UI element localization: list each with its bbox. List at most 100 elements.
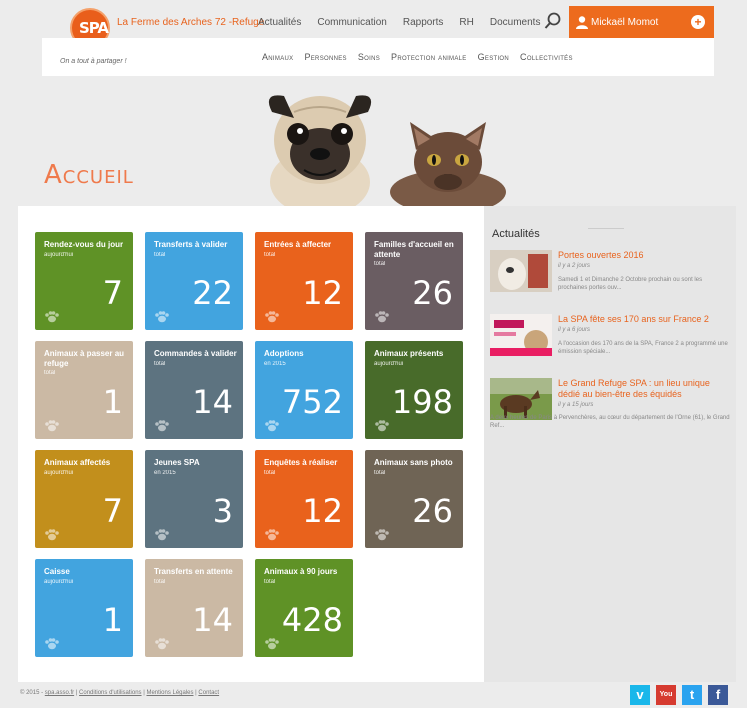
sub-nav-gestion[interactable]: Gestion	[478, 52, 509, 62]
tile-sublabel: aujourd'hui	[374, 361, 404, 367]
tile-animaux-a-90-jours[interactable]: Animaux à 90 jours total 428	[255, 559, 353, 657]
tile-sublabel: en 2015	[264, 361, 286, 367]
paw-icon	[375, 529, 389, 541]
tile-animaux-affectes[interactable]: Animaux affectés aujourd'hui 7	[35, 450, 133, 548]
nav-actualites[interactable]: Actualités	[258, 17, 301, 28]
search-icon[interactable]	[544, 12, 562, 30]
tile-sublabel: total	[374, 261, 386, 267]
paw-icon	[155, 311, 169, 323]
news-excerpt: Samedi 1 et Dimanche 2 Octobre prochain …	[558, 277, 703, 291]
tile-familles-d-accueil-en-attente[interactable]: Familles d'accueil en attente total 26	[365, 232, 463, 330]
nav-rh[interactable]: RH	[459, 17, 473, 28]
paw-icon	[265, 638, 279, 650]
hero-banner: Accueil	[18, 76, 736, 206]
footer-link-contact[interactable]: Contact	[198, 690, 219, 696]
twitter-icon[interactable]: t	[682, 685, 702, 705]
social-links: v You t f	[630, 685, 728, 705]
tile-sublabel: aujourd'hui	[44, 252, 74, 258]
tile-label: Enquêtes à réaliser	[264, 458, 338, 467]
nav-documents[interactable]: Documents	[490, 17, 541, 28]
tile-label: Transferts en attente	[154, 567, 233, 576]
news-title: Actualités	[492, 228, 540, 240]
tile-value: 1	[102, 383, 123, 421]
sub-nav-bar: On a tout à partager ! Animaux Personnes…	[42, 38, 714, 76]
news-date: il y a 2 jours	[558, 263, 591, 269]
youtube-icon[interactable]: You	[656, 685, 676, 705]
site-title[interactable]: La Ferme des Arches 72 -Refuge	[117, 17, 264, 28]
tile-label: Animaux à passer au refuge	[44, 349, 125, 368]
tile-rendez-vous-du-jour[interactable]: Rendez-vous du jour aujourd'hui 7	[35, 232, 133, 330]
news-thumbnail[interactable]	[490, 250, 552, 292]
top-bar: SPA La Ferme des Arches 72 -Refuge Actua…	[42, 6, 714, 48]
tile-enquetes-a-realiser[interactable]: Enquêtes à réaliser total 12	[255, 450, 353, 548]
tile-sublabel: total	[154, 361, 166, 367]
cat-image	[390, 122, 506, 206]
tile-label: Caisse	[44, 567, 70, 576]
tile-sublabel: total	[264, 470, 276, 476]
paw-icon	[45, 638, 59, 650]
tile-value: 7	[102, 274, 123, 312]
footer-link-conditions[interactable]: Conditions d'utilisations	[79, 690, 142, 696]
sub-nav-protection[interactable]: Protection animale	[391, 52, 467, 62]
copyright: © 2015 -	[20, 690, 44, 696]
tile-label: Animaux présents	[374, 349, 444, 358]
news-item[interactable]: La SPA fête ses 170 ans sur France 2 il …	[490, 314, 730, 364]
tile-animaux-presents[interactable]: Animaux présents aujourd'hui 198	[365, 341, 463, 439]
tile-sublabel: total	[264, 579, 276, 585]
footer-links: © 2015 - spa.asso.fr | Conditions d'util…	[20, 690, 220, 696]
top-nav: Actualités Communication Rapports RH Doc…	[258, 17, 540, 28]
tile-value: 3	[212, 492, 233, 530]
pug-image	[268, 95, 372, 206]
tile-label: Familles d'accueil en attente	[374, 240, 454, 259]
tile-value: 26	[412, 274, 453, 312]
tile-value: 12	[302, 274, 343, 312]
tile-sublabel: aujourd'hui	[44, 470, 74, 476]
news-thumbnail[interactable]	[490, 314, 552, 356]
add-icon[interactable]: +	[691, 15, 705, 29]
footer-link-mentions[interactable]: Mentions Légales	[146, 690, 193, 696]
tile-commandes-a-valider[interactable]: Commandes à valider total 14	[145, 341, 243, 439]
facebook-icon[interactable]: f	[708, 685, 728, 705]
paw-icon	[45, 420, 59, 432]
tile-jeunes-spa[interactable]: Jeunes SPA en 2015 3	[145, 450, 243, 548]
tile-adoptions[interactable]: Adoptions en 2015 752	[255, 341, 353, 439]
nav-communication[interactable]: Communication	[317, 17, 386, 28]
news-title-link[interactable]: Le Grand Refuge SPA : un lieu unique déd…	[558, 378, 730, 400]
tile-transferts-a-valider[interactable]: Transferts à valider total 22	[145, 232, 243, 330]
tile-label: Jeunes SPA	[154, 458, 200, 467]
paw-icon	[375, 311, 389, 323]
tile-value: 26	[412, 492, 453, 530]
sub-nav-soins[interactable]: Soins	[358, 52, 380, 62]
news-item[interactable]: Portes ouvertes 2016 il y a 2 jours Same…	[490, 250, 730, 300]
tile-value: 1	[102, 601, 123, 639]
tagline: On a tout à partager !	[60, 58, 127, 65]
vimeo-icon[interactable]: v	[630, 685, 650, 705]
tile-sublabel: total	[154, 579, 166, 585]
page-title: Accueil	[44, 160, 134, 190]
user-menu[interactable]: Mickaël Momot +	[569, 6, 714, 38]
tile-sublabel: total	[374, 470, 386, 476]
divider	[588, 228, 624, 229]
tile-value: 198	[391, 383, 453, 421]
paw-icon	[375, 420, 389, 432]
news-title-link[interactable]: Portes ouvertes 2016	[558, 250, 730, 261]
paw-icon	[155, 529, 169, 541]
tile-value: 12	[302, 492, 343, 530]
sub-nav-animaux[interactable]: Animaux	[262, 52, 293, 62]
sub-nav-personnes[interactable]: Personnes	[304, 52, 346, 62]
tile-transferts-en-attente[interactable]: Transferts en attente total 14	[145, 559, 243, 657]
sub-nav-collectivites[interactable]: Collectivités	[520, 52, 573, 62]
tile-entrees-a-affecter[interactable]: Entrées à affecter total 12	[255, 232, 353, 330]
news-date: il y a 6 jours	[558, 327, 591, 333]
news-item[interactable]: Le Grand Refuge SPA : un lieu unique déd…	[490, 378, 730, 438]
news-excerpt: A deux heures de Paris à Pervenchères, a…	[490, 415, 730, 429]
tile-value: 14	[192, 383, 233, 421]
tile-animaux-sans-photo[interactable]: Animaux sans photo total 26	[365, 450, 463, 548]
tile-caisse[interactable]: Caisse aujourd'hui 1	[35, 559, 133, 657]
tile-animaux-a-passer-au-refuge[interactable]: Animaux à passer au refuge total 1	[35, 341, 133, 439]
news-title-link[interactable]: La SPA fête ses 170 ans sur France 2	[558, 314, 730, 325]
footer-link-spa[interactable]: spa.asso.fr	[45, 690, 74, 696]
tile-sublabel: en 2015	[154, 470, 176, 476]
footer: © 2015 - spa.asso.fr | Conditions d'util…	[18, 682, 736, 708]
nav-rapports[interactable]: Rapports	[403, 17, 444, 28]
